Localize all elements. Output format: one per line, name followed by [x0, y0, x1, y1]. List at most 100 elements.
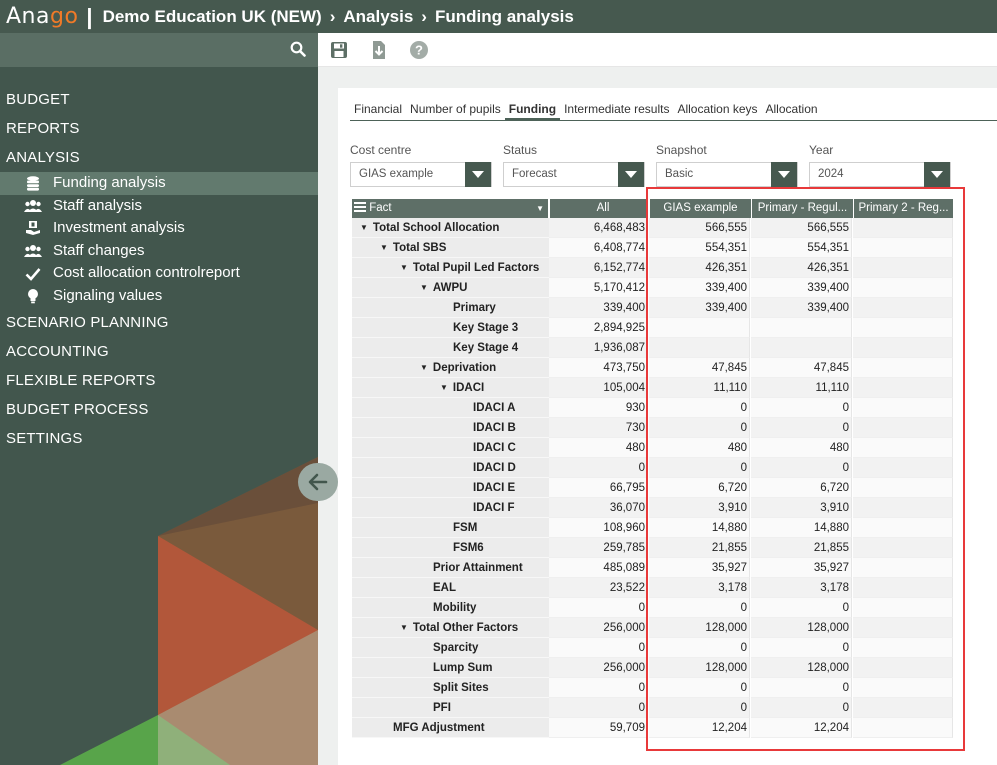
table-cell: 11,110 — [751, 378, 852, 398]
table-cell: 6,720 — [649, 478, 750, 498]
row-label[interactable]: ▼ Total Pupil Led Factors — [352, 258, 549, 278]
sidebar-item-staff-analysis[interactable]: Staff analysis — [0, 195, 318, 218]
tab-allocation-keys[interactable]: Allocation keys — [673, 100, 761, 120]
table-cell — [751, 318, 852, 338]
table-cell: 105,004 — [549, 378, 648, 398]
table-cell — [853, 598, 953, 618]
save-icon[interactable] — [329, 40, 349, 60]
sidebar-item-funding-analysis[interactable]: Funding analysis — [0, 172, 318, 195]
table-row: IDACI F 36,070 3,910 3,910 — [352, 498, 953, 518]
row-label[interactable]: ▼ Total Other Factors — [352, 618, 549, 638]
expand-caret-icon[interactable]: ▼ — [400, 618, 408, 638]
table-cell — [853, 518, 953, 538]
app-logo[interactable]: Anago — [6, 4, 78, 29]
tab-intermediate-results[interactable]: Intermediate results — [560, 100, 673, 120]
year-label: Year — [809, 143, 834, 157]
chevron-down-icon[interactable] — [771, 162, 797, 187]
sidebar-item-staff-changes[interactable]: Staff changes — [0, 240, 318, 263]
download-icon[interactable] — [369, 40, 389, 60]
help-icon[interactable]: ? — [409, 40, 429, 60]
sidebar-item-signaling-values[interactable]: Signaling values — [0, 285, 318, 308]
table-cell — [853, 438, 953, 458]
table-cell: 128,000 — [649, 658, 750, 678]
search-icon[interactable] — [290, 41, 306, 57]
tab-allocation[interactable]: Allocation — [762, 100, 822, 120]
row-label-text: Total Pupil Led Factors — [412, 262, 540, 274]
row-label[interactable]: ▼ Total SBS — [352, 238, 549, 258]
table-cell: 6,152,774 — [549, 258, 648, 278]
row-label-text: IDACI D — [473, 462, 516, 474]
tab-number-of-pupils[interactable]: Number of pupils — [406, 100, 505, 120]
column-header-primary-regular[interactable]: Primary - Regul... — [752, 199, 853, 218]
row-label: IDACI C — [352, 438, 549, 458]
sidebar-item-cost-allocation-controlreport[interactable]: Cost allocation controlreport — [0, 262, 318, 285]
chevron-down-icon[interactable] — [465, 162, 491, 187]
row-label[interactable]: ▼ IDACI — [352, 378, 549, 398]
table-cell: 3,178 — [751, 578, 852, 598]
sidebar-item-budget-process[interactable]: BUDGET PROCESS — [0, 395, 318, 424]
status-select[interactable]: Forecast — [503, 162, 645, 187]
breadcrumb-analysis[interactable]: Analysis — [343, 7, 413, 27]
sidebar-item-budget[interactable]: BUDGET — [0, 85, 318, 114]
row-label-text: FSM — [453, 522, 478, 534]
table-row: ▼ Total SBS 6,408,774 554,351 554,351 — [352, 238, 953, 258]
snapshot-select[interactable]: Basic — [656, 162, 798, 187]
table-cell: 0 — [549, 698, 648, 718]
cost-centre-select[interactable]: GIAS example — [350, 162, 492, 187]
sidebar-item-analysis[interactable]: ANALYSIS — [0, 143, 318, 172]
expand-caret-icon[interactable]: ▼ — [420, 358, 428, 378]
tab-financial[interactable]: Financial — [350, 100, 406, 120]
row-label: MFG Adjustment — [352, 718, 549, 738]
row-label[interactable]: ▼ Deprivation — [352, 358, 549, 378]
row-label: FSM6 — [352, 538, 549, 558]
breadcrumb-company[interactable]: Demo Education UK (NEW) — [103, 7, 322, 27]
chevron-down-icon[interactable] — [618, 162, 644, 187]
column-header-gias-example[interactable]: GIAS example — [650, 199, 751, 218]
table-cell: 0 — [649, 418, 750, 438]
row-label: FSM — [352, 518, 549, 538]
column-header-all[interactable]: All — [550, 199, 648, 218]
table-cell — [853, 418, 953, 438]
row-label[interactable]: ▼ AWPU — [352, 278, 549, 298]
top-bar: Anago | Demo Education UK (NEW) › Analys… — [0, 0, 997, 33]
sidebar: BUDGET REPORTS ANALYSIS Funding analysis… — [0, 33, 318, 765]
sidebar-item-accounting[interactable]: ACCOUNTING — [0, 337, 318, 366]
people-icon — [24, 243, 42, 259]
sidebar-item-scenario-planning[interactable]: SCENARIO PLANNING — [0, 308, 318, 337]
expand-caret-icon[interactable]: ▼ — [420, 278, 428, 298]
fact-column-header[interactable]: Fact ▼ — [352, 199, 548, 218]
expand-caret-icon[interactable]: ▼ — [380, 238, 388, 258]
column-header-primary-2[interactable]: Primary 2 - Reg... — [854, 199, 953, 218]
sidebar-item-investment-analysis[interactable]: Investment analysis — [0, 217, 318, 240]
collapse-sidebar-button[interactable] — [298, 463, 338, 501]
table-cell: 730 — [549, 418, 648, 438]
caret-down-icon[interactable]: ▼ — [536, 199, 544, 218]
year-value: 2024 — [818, 168, 844, 180]
row-label-text: Lump Sum — [433, 662, 493, 674]
table-cell: 0 — [751, 598, 852, 618]
row-label[interactable]: ▼ Total School Allocation — [352, 218, 549, 238]
expand-caret-icon[interactable]: ▼ — [440, 378, 448, 398]
sidebar-search-bar[interactable] — [0, 33, 318, 67]
table-cell: 930 — [549, 398, 648, 418]
breadcrumb-separator: › — [421, 6, 427, 26]
sidebar-item-label: Staff analysis — [53, 196, 142, 214]
tab-funding[interactable]: Funding — [504, 100, 561, 120]
year-select[interactable]: 2024 — [809, 162, 951, 187]
table-cell: 5,170,412 — [549, 278, 648, 298]
table-cell: 35,927 — [751, 558, 852, 578]
expand-caret-icon[interactable]: ▼ — [400, 258, 408, 278]
expand-caret-icon[interactable]: ▼ — [360, 218, 368, 238]
menu-icon[interactable] — [354, 202, 366, 212]
sidebar-item-flexible-reports[interactable]: FLEXIBLE REPORTS — [0, 366, 318, 395]
row-label-text: Sparcity — [433, 642, 479, 654]
sidebar-item-reports[interactable]: REPORTS — [0, 114, 318, 143]
row-label: PFI — [352, 698, 549, 718]
sidebar-item-settings[interactable]: SETTINGS — [0, 424, 318, 453]
row-label: Primary — [352, 298, 549, 318]
table-cell — [853, 498, 953, 518]
table-cell: 566,555 — [649, 218, 750, 238]
chevron-down-icon[interactable] — [924, 162, 950, 187]
table-cell — [853, 658, 953, 678]
table-cell: 256,000 — [549, 618, 648, 638]
